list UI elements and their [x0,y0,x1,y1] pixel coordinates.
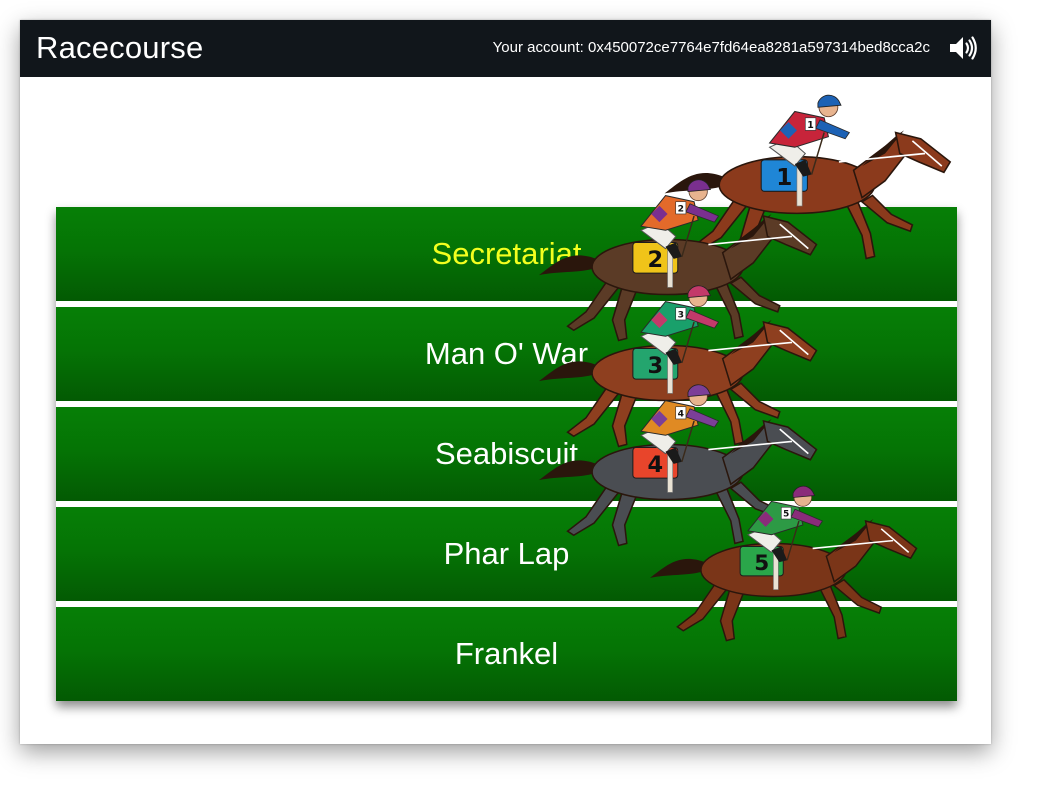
lane-label: Secretariat [431,236,582,271]
svg-text:1: 1 [776,165,792,191]
lane-4[interactable]: Phar Lap [56,507,957,601]
lane-3[interactable]: Seabiscuit [56,407,957,501]
race-track: Secretariat Man O' War Seabiscuit Phar L… [56,207,957,701]
top-bar: Racecourse Your account: 0x450072ce7764e… [20,20,991,77]
lane-2[interactable]: Man O' War [56,307,957,401]
lane-label: Frankel [454,636,559,671]
lane-1[interactable]: Secretariat [56,207,957,301]
account-address: Your account: 0x450072ce7764e7fd64ea8281… [492,39,930,56]
lane-label: Phar Lap [443,536,570,571]
lane-label: Seabiscuit [434,436,579,471]
app-title: Racecourse [36,30,204,65]
svg-text:1: 1 [807,120,814,131]
lane-label: Man O' War [424,336,589,371]
lane-5[interactable]: Frankel [56,607,957,701]
app-window: Racecourse Your account: 0x450072ce7764e… [20,20,991,744]
speaker-volume-icon [950,36,977,60]
sound-toggle-button[interactable] [948,34,978,62]
